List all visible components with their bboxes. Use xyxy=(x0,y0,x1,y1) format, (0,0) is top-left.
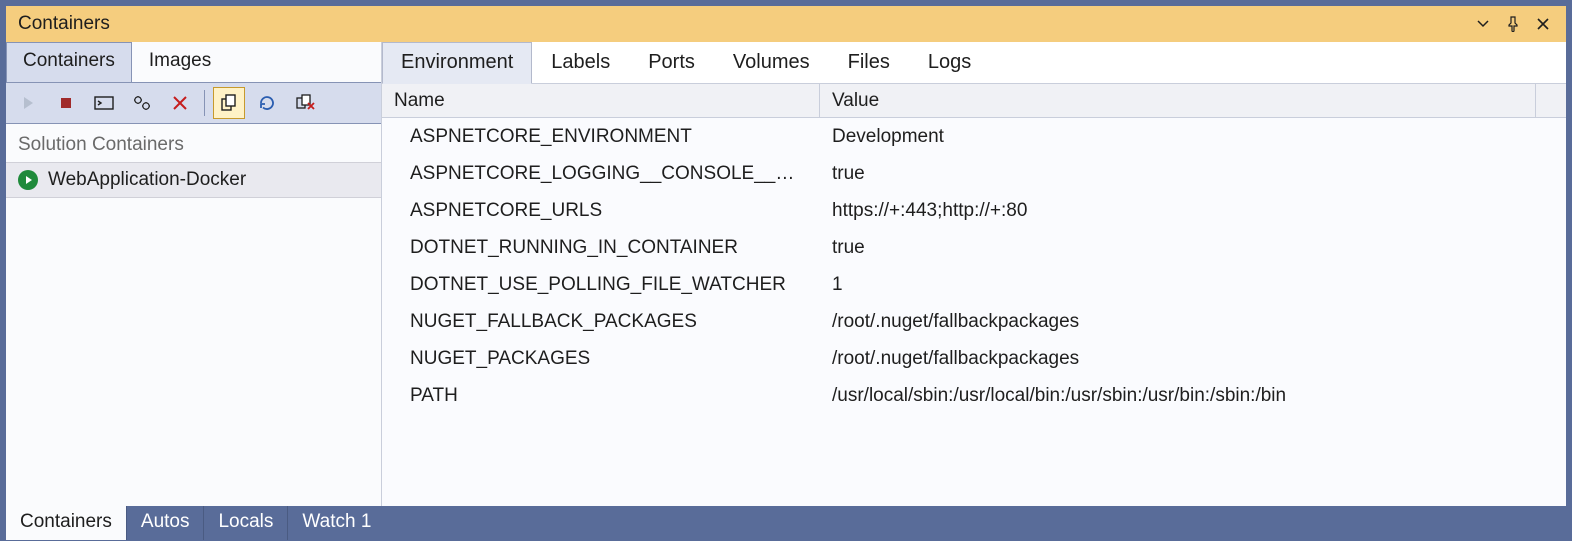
env-value: /root/.nuget/fallbackpackages xyxy=(820,348,1566,370)
env-name: DOTNET_USE_POLLING_FILE_WATCHER xyxy=(382,274,820,296)
toolbar-separator xyxy=(204,90,205,116)
env-value: Development xyxy=(820,126,1566,148)
column-header-value[interactable]: Value xyxy=(820,84,1536,117)
table-row[interactable]: ASPNETCORE_LOGGING__CONSOLE__DISA…true xyxy=(382,155,1566,192)
right-panel: Environment Labels Ports Volumes Files L… xyxy=(382,42,1566,506)
tab-environment[interactable]: Environment xyxy=(382,42,532,84)
body: Containers Images xyxy=(6,42,1566,506)
env-value: true xyxy=(820,163,1566,185)
play-icon[interactable] xyxy=(12,87,44,119)
env-name: ASPNETCORE_URLS xyxy=(382,200,820,222)
container-item[interactable]: WebApplication-Docker xyxy=(6,162,381,198)
env-value: https://+:443;http://+:80 xyxy=(820,200,1566,222)
env-value: /usr/local/sbin:/usr/local/bin:/usr/sbin… xyxy=(820,385,1566,407)
running-status-icon xyxy=(18,170,38,190)
bottom-tab-containers[interactable]: Containers xyxy=(6,506,126,540)
env-name: PATH xyxy=(382,385,820,407)
bottom-tab-autos[interactable]: Autos xyxy=(126,506,204,540)
env-value: 1 xyxy=(820,274,1566,296)
column-header-name[interactable]: Name xyxy=(382,84,820,117)
delete-icon[interactable] xyxy=(164,87,196,119)
tab-files[interactable]: Files xyxy=(829,42,909,84)
env-value: true xyxy=(820,237,1566,259)
stop-icon[interactable] xyxy=(50,87,82,119)
env-name: ASPNETCORE_LOGGING__CONSOLE__DISA… xyxy=(382,163,820,185)
tab-ports[interactable]: Ports xyxy=(629,42,714,84)
close-icon[interactable] xyxy=(1532,13,1554,35)
tab-containers[interactable]: Containers xyxy=(6,42,132,82)
table-row[interactable]: PATH/usr/local/sbin:/usr/local/bin:/usr/… xyxy=(382,377,1566,414)
env-name: ASPNETCORE_ENVIRONMENT xyxy=(382,126,820,148)
tab-labels[interactable]: Labels xyxy=(532,42,629,84)
container-item-label: WebApplication-Docker xyxy=(48,169,246,191)
bottom-tabstrip: Containers Autos Locals Watch 1 xyxy=(6,506,1566,540)
detail-tabstrip: Environment Labels Ports Volumes Files L… xyxy=(382,42,1566,84)
refresh-icon[interactable] xyxy=(251,87,283,119)
window-options-dropdown-icon[interactable] xyxy=(1472,13,1494,35)
prune-icon[interactable] xyxy=(289,87,321,119)
env-name: DOTNET_RUNNING_IN_CONTAINER xyxy=(382,237,820,259)
copy-icon[interactable] xyxy=(213,87,245,119)
tab-logs[interactable]: Logs xyxy=(909,42,990,84)
pin-icon[interactable] xyxy=(1502,13,1524,35)
env-name: NUGET_PACKAGES xyxy=(382,348,820,370)
tab-images[interactable]: Images xyxy=(132,42,228,82)
terminal-icon[interactable] xyxy=(88,87,120,119)
table-row[interactable]: ASPNETCORE_ENVIRONMENTDevelopment xyxy=(382,118,1566,155)
table-row[interactable]: ASPNETCORE_URLShttps://+:443;http://+:80 xyxy=(382,192,1566,229)
bottom-tab-locals[interactable]: Locals xyxy=(203,506,287,540)
table-row[interactable]: DOTNET_RUNNING_IN_CONTAINERtrue xyxy=(382,229,1566,266)
table-row[interactable]: NUGET_FALLBACK_PACKAGES/root/.nuget/fall… xyxy=(382,303,1566,340)
left-panel: Containers Images xyxy=(6,42,382,506)
left-toolbar xyxy=(6,82,381,124)
grid-header: Name Value xyxy=(382,84,1566,118)
group-header-solution: Solution Containers xyxy=(6,124,381,162)
grid-rows: ASPNETCORE_ENVIRONMENTDevelopment ASPNET… xyxy=(382,118,1566,506)
table-row[interactable]: DOTNET_USE_POLLING_FILE_WATCHER1 xyxy=(382,266,1566,303)
left-tabstrip: Containers Images xyxy=(6,42,381,82)
tab-volumes[interactable]: Volumes xyxy=(714,42,829,84)
column-header-spacer xyxy=(1536,84,1566,117)
bottom-tab-watch-1[interactable]: Watch 1 xyxy=(287,506,385,540)
table-row[interactable]: NUGET_PACKAGES/root/.nuget/fallbackpacka… xyxy=(382,340,1566,377)
titlebar: Containers xyxy=(6,6,1566,42)
window-title: Containers xyxy=(18,13,110,35)
env-value: /root/.nuget/fallbackpackages xyxy=(820,311,1566,333)
settings-icon[interactable] xyxy=(126,87,158,119)
env-name: NUGET_FALLBACK_PACKAGES xyxy=(382,311,820,333)
containers-tool-window: Containers Containers Images xyxy=(5,5,1567,541)
